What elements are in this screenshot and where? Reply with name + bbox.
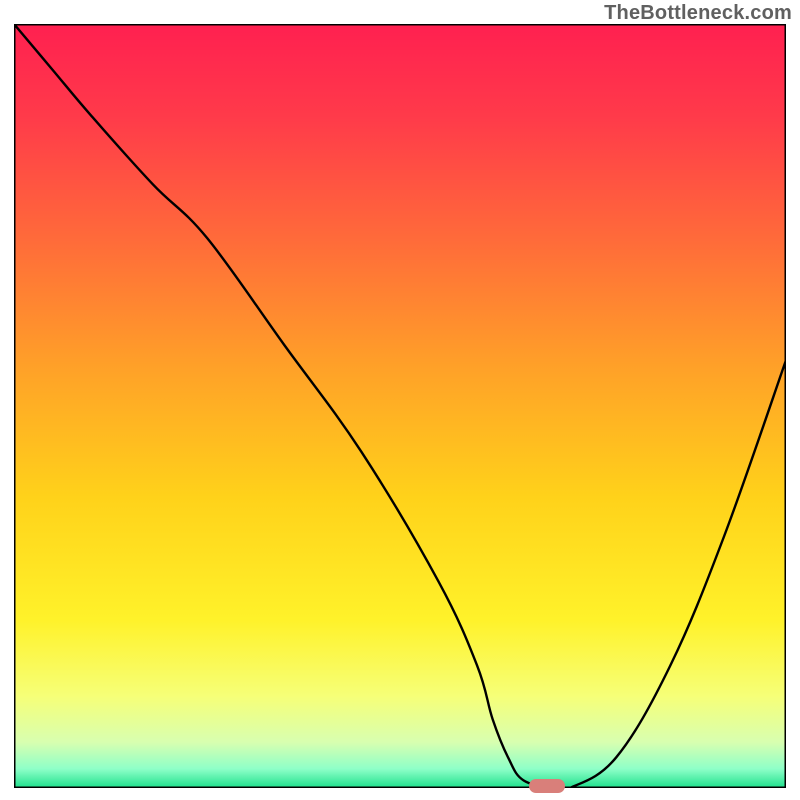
watermark-text: TheBottleneck.com <box>604 2 792 25</box>
plot-svg <box>14 24 786 788</box>
optimal-marker <box>529 779 565 793</box>
chart-frame: TheBottleneck.com <box>0 0 800 800</box>
plot-area <box>14 24 786 788</box>
gradient-background <box>14 24 786 788</box>
